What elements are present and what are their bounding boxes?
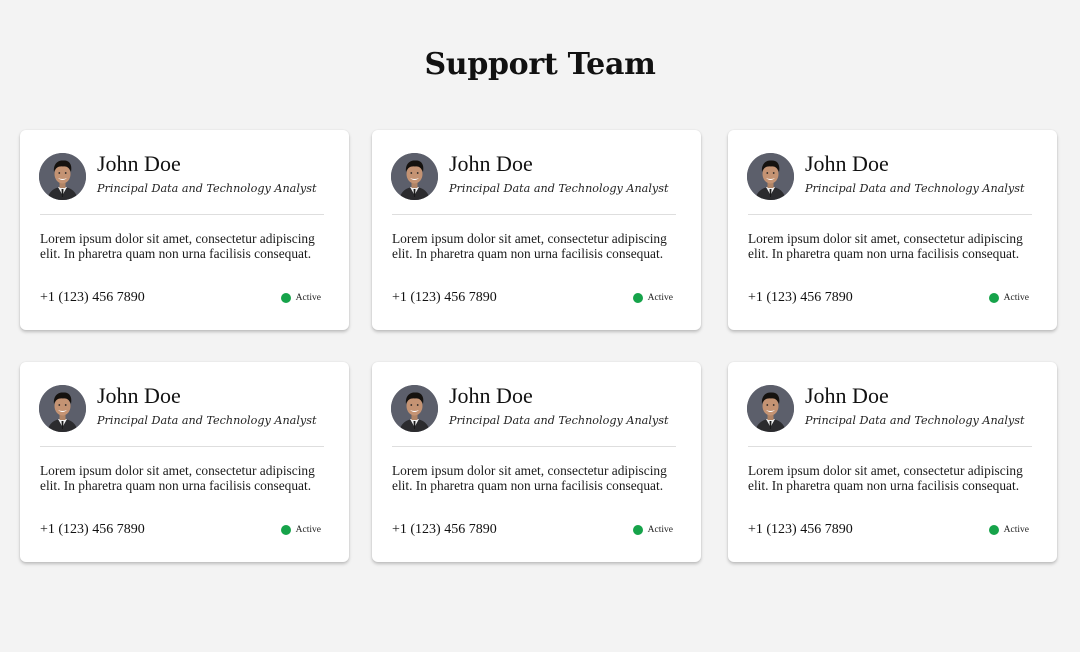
member-role: Principal Data and Technology Analyst (805, 414, 1025, 427)
status-dot-icon (280, 293, 291, 303)
status-label: Active (295, 525, 321, 535)
avatar (391, 153, 438, 200)
status-badge: Active (988, 292, 1029, 304)
member-name: John Doe (805, 383, 889, 408)
member-description: Lorem ipsum dolor sit amet, consectetur … (392, 231, 667, 261)
member-role: Principal Data and Technology Analyst (449, 414, 669, 427)
team-member-card: John Doe Principal Data and Technology A… (372, 362, 701, 562)
page-title: Support Team (424, 47, 656, 82)
status-label: Active (647, 525, 673, 535)
phone-number[interactable]: +1 (123) 456 7890 (748, 289, 853, 307)
person-photo-avatar-icon (39, 385, 86, 432)
person-photo-avatar-icon (391, 385, 438, 432)
member-role: Principal Data and Technology Analyst (97, 414, 317, 427)
status-dot-icon (988, 293, 999, 303)
status-label: Active (1003, 525, 1029, 535)
status-dot-icon (632, 293, 643, 303)
divider (748, 446, 1032, 447)
member-role: Principal Data and Technology Analyst (449, 182, 669, 195)
member-name: John Doe (449, 383, 533, 408)
status-dot-icon (632, 525, 643, 535)
member-name: John Doe (97, 151, 181, 176)
person-photo-avatar-icon (39, 153, 86, 200)
member-description: Lorem ipsum dolor sit amet, consectetur … (40, 231, 315, 261)
divider (748, 214, 1032, 215)
status-label: Active (647, 293, 673, 303)
status-label: Active (295, 293, 321, 303)
avatar (391, 385, 438, 432)
phone-number[interactable]: +1 (123) 456 7890 (40, 289, 145, 307)
phone-number[interactable]: +1 (123) 456 7890 (392, 289, 497, 307)
member-name: John Doe (449, 151, 533, 176)
avatar (747, 385, 794, 432)
member-name: John Doe (805, 151, 889, 176)
status-dot-icon (280, 525, 291, 535)
divider (40, 214, 324, 215)
status-dot-icon (988, 525, 999, 535)
divider (40, 446, 324, 447)
divider (392, 446, 676, 447)
phone-number[interactable]: +1 (123) 456 7890 (40, 521, 145, 539)
status-badge: Active (632, 524, 673, 536)
phone-number[interactable]: +1 (123) 456 7890 (748, 521, 853, 539)
member-role: Principal Data and Technology Analyst (97, 182, 317, 195)
member-role: Principal Data and Technology Analyst (805, 182, 1025, 195)
divider (392, 214, 676, 215)
person-photo-avatar-icon (747, 385, 794, 432)
status-badge: Active (632, 292, 673, 304)
member-description: Lorem ipsum dolor sit amet, consectetur … (748, 231, 1023, 261)
status-badge: Active (988, 524, 1029, 536)
team-member-card: John Doe Principal Data and Technology A… (728, 130, 1057, 330)
team-member-card: John Doe Principal Data and Technology A… (20, 130, 349, 330)
avatar (747, 153, 794, 200)
avatar (39, 385, 86, 432)
team-member-card: John Doe Principal Data and Technology A… (20, 362, 349, 562)
status-badge: Active (280, 524, 321, 536)
team-member-card: John Doe Principal Data and Technology A… (728, 362, 1057, 562)
member-description: Lorem ipsum dolor sit amet, consectetur … (40, 463, 315, 493)
status-badge: Active (280, 292, 321, 304)
member-name: John Doe (97, 383, 181, 408)
team-member-card: John Doe Principal Data and Technology A… (372, 130, 701, 330)
phone-number[interactable]: +1 (123) 456 7890 (392, 521, 497, 539)
status-label: Active (1003, 293, 1029, 303)
person-photo-avatar-icon (747, 153, 794, 200)
avatar (39, 153, 86, 200)
person-photo-avatar-icon (391, 153, 438, 200)
member-description: Lorem ipsum dolor sit amet, consectetur … (748, 463, 1023, 493)
member-description: Lorem ipsum dolor sit amet, consectetur … (392, 463, 667, 493)
